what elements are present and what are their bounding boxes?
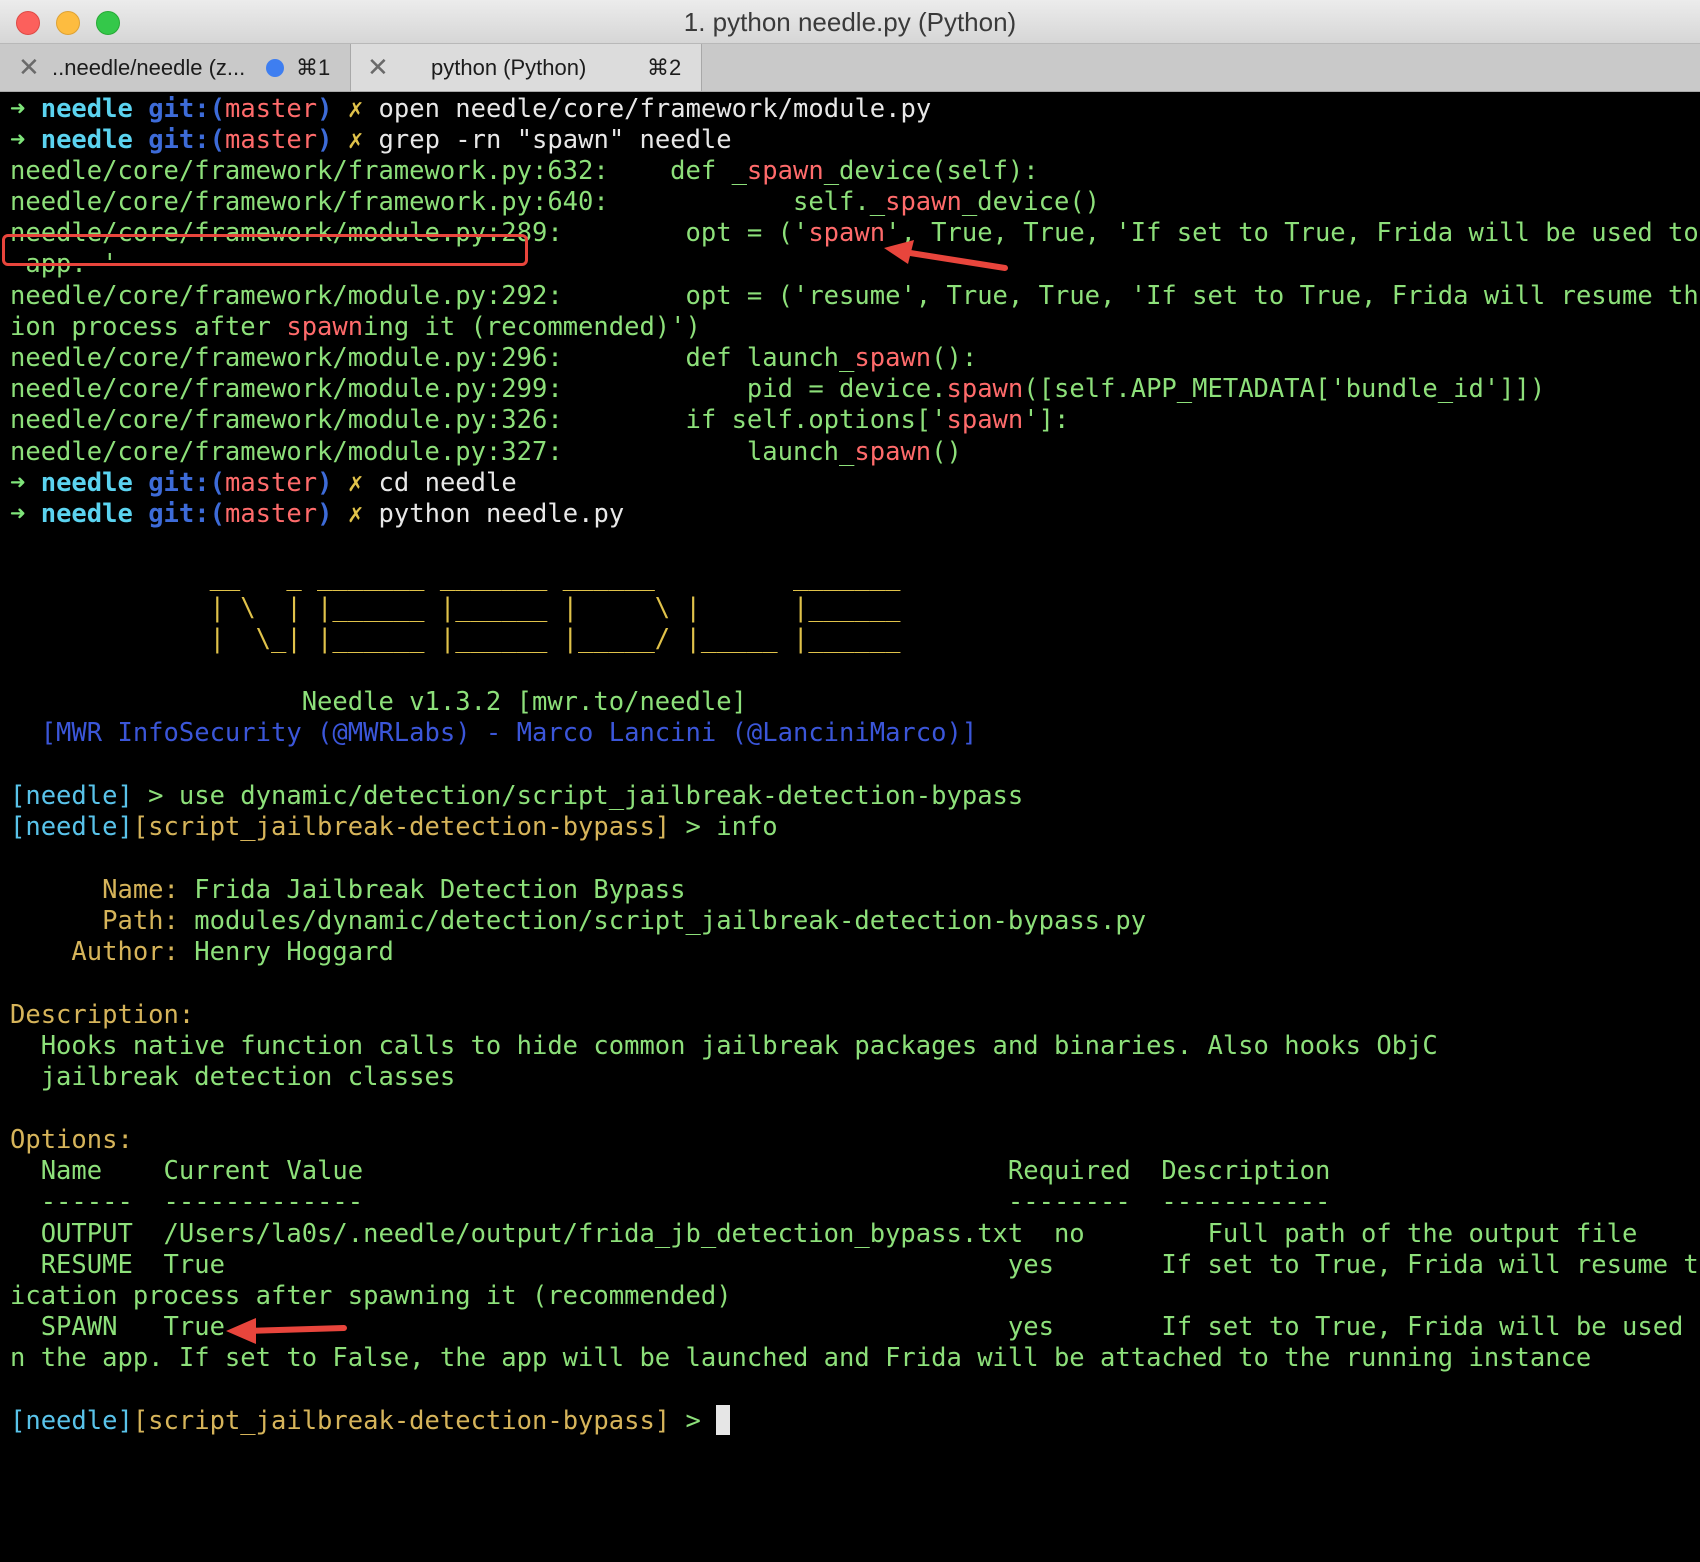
tab-label: python (Python) [431, 55, 587, 80]
banner-art-line: | \_| |______ |______ |_____/ |_____ |__… [10, 624, 901, 654]
banner-version: Needle v1.3.2 [mwr.to/needle] [10, 687, 747, 717]
grep-result-line: ion process after spawning it (recommend… [10, 312, 701, 342]
info-path: Path: modules/dynamic/detection/script_j… [10, 906, 1147, 936]
options-rule: ------ ------------- -------- ----------… [10, 1187, 1331, 1217]
command: cd needle [378, 468, 517, 498]
option-row-output: OUTPUT /Users/la0s/.needle/output/frida_… [10, 1219, 1638, 1249]
tab-label: ..needle/needle (z... [52, 55, 246, 80]
option-row-resume-wrap: ication process after spawning it (recom… [10, 1281, 732, 1311]
tab-needle[interactable]: ✕ ..needle/needle (z... ⌘1 [0, 44, 351, 91]
info-name: Name: Frida Jailbreak Detection Bypass [10, 875, 686, 905]
tab-shortcut: ⌘1 [296, 55, 331, 80]
prompt-line: ➜ needle git:(master) ✗ python needle.py [10, 499, 625, 529]
window-title: 1. python needle.py (Python) [683, 7, 1017, 37]
prompt-line: ➜ needle git:(master) ✗ cd needle [10, 468, 517, 498]
banner-art-line: | \ | |______ |______ | \ | |______ [10, 593, 901, 623]
banner-art-line: __ _ _______ _______ ______ _______ [10, 562, 901, 592]
options-label: Options: [10, 1125, 133, 1155]
grep-result-line: needle/core/framework/framework.py:640: … [10, 187, 1101, 217]
prompt-line: ➜ needle git:(master) ✗ open needle/core… [10, 94, 932, 124]
option-row-resume: RESUME True yes If set to True, Frida wi… [10, 1250, 1700, 1280]
tab-shortcut: ⌘2 [647, 55, 682, 80]
prompt-line: ➜ needle git:(master) ✗ grep -rn "spawn"… [10, 125, 732, 155]
description-text: jailbreak detection classes [10, 1062, 456, 1092]
terminal-output[interactable]: ➜ needle git:(master) ✗ open needle/core… [0, 92, 1700, 1562]
prompt-arrow-icon: ➜ [10, 468, 26, 498]
grep-result-line: needle/core/framework/module.py:296: def… [10, 343, 978, 373]
banner-credits: [MWR InfoSecurity (@MWRLabs) - Marco Lan… [10, 718, 978, 748]
console-command-line: [needle] > use dynamic/detection/script_… [10, 781, 1024, 811]
tab-close-icon[interactable]: ✕ [18, 44, 40, 91]
command: python needle.py [378, 499, 625, 529]
prompt-arrow-icon: ➜ [10, 125, 26, 155]
title-bar: 1. python needle.py (Python) [0, 0, 1700, 44]
console-command-line: [needle][script_jailbreak-detection-bypa… [10, 812, 778, 842]
annotation-arrow-icon [226, 1318, 347, 1344]
grep-result-line: needle/core/framework/module.py:326: if … [10, 405, 1070, 435]
command: grep -rn "spawn" needle [378, 125, 732, 155]
grep-result-line: needle/core/framework/module.py:292: opt… [10, 281, 1700, 311]
info-author: Author: Henry Hoggard [10, 937, 394, 967]
console-input-line[interactable]: [needle][script_jailbreak-detection-bypa… [10, 1404, 731, 1438]
prompt-arrow-icon: ➜ [10, 94, 26, 124]
annotation-arrow-icon [884, 240, 1008, 271]
activity-dot-icon [266, 59, 284, 77]
description-text: Hooks native function calls to hide comm… [10, 1031, 1438, 1061]
grep-result-line: needle/core/framework/framework.py:632: … [10, 156, 1039, 186]
tab-bar: ✕ ..needle/needle (z... ⌘1 ✕ python (Pyt… [0, 44, 1700, 92]
annotation-highlight-box [2, 234, 528, 266]
text-cursor [716, 1405, 731, 1435]
grep-result-line: needle/core/framework/module.py:327: lau… [10, 437, 962, 467]
description-label: Description: [10, 1000, 195, 1030]
tab-close-icon[interactable]: ✕ [367, 44, 389, 91]
prompt-arrow-icon: ➜ [10, 499, 26, 529]
grep-result-line: needle/core/framework/module.py:299: pid… [10, 374, 1546, 404]
options-header: Name Current Value Required Description [10, 1156, 1331, 1186]
tab-python[interactable]: ✕ python (Python) ⌘2 [351, 44, 702, 91]
command: open needle/core/framework/module.py [378, 94, 932, 124]
